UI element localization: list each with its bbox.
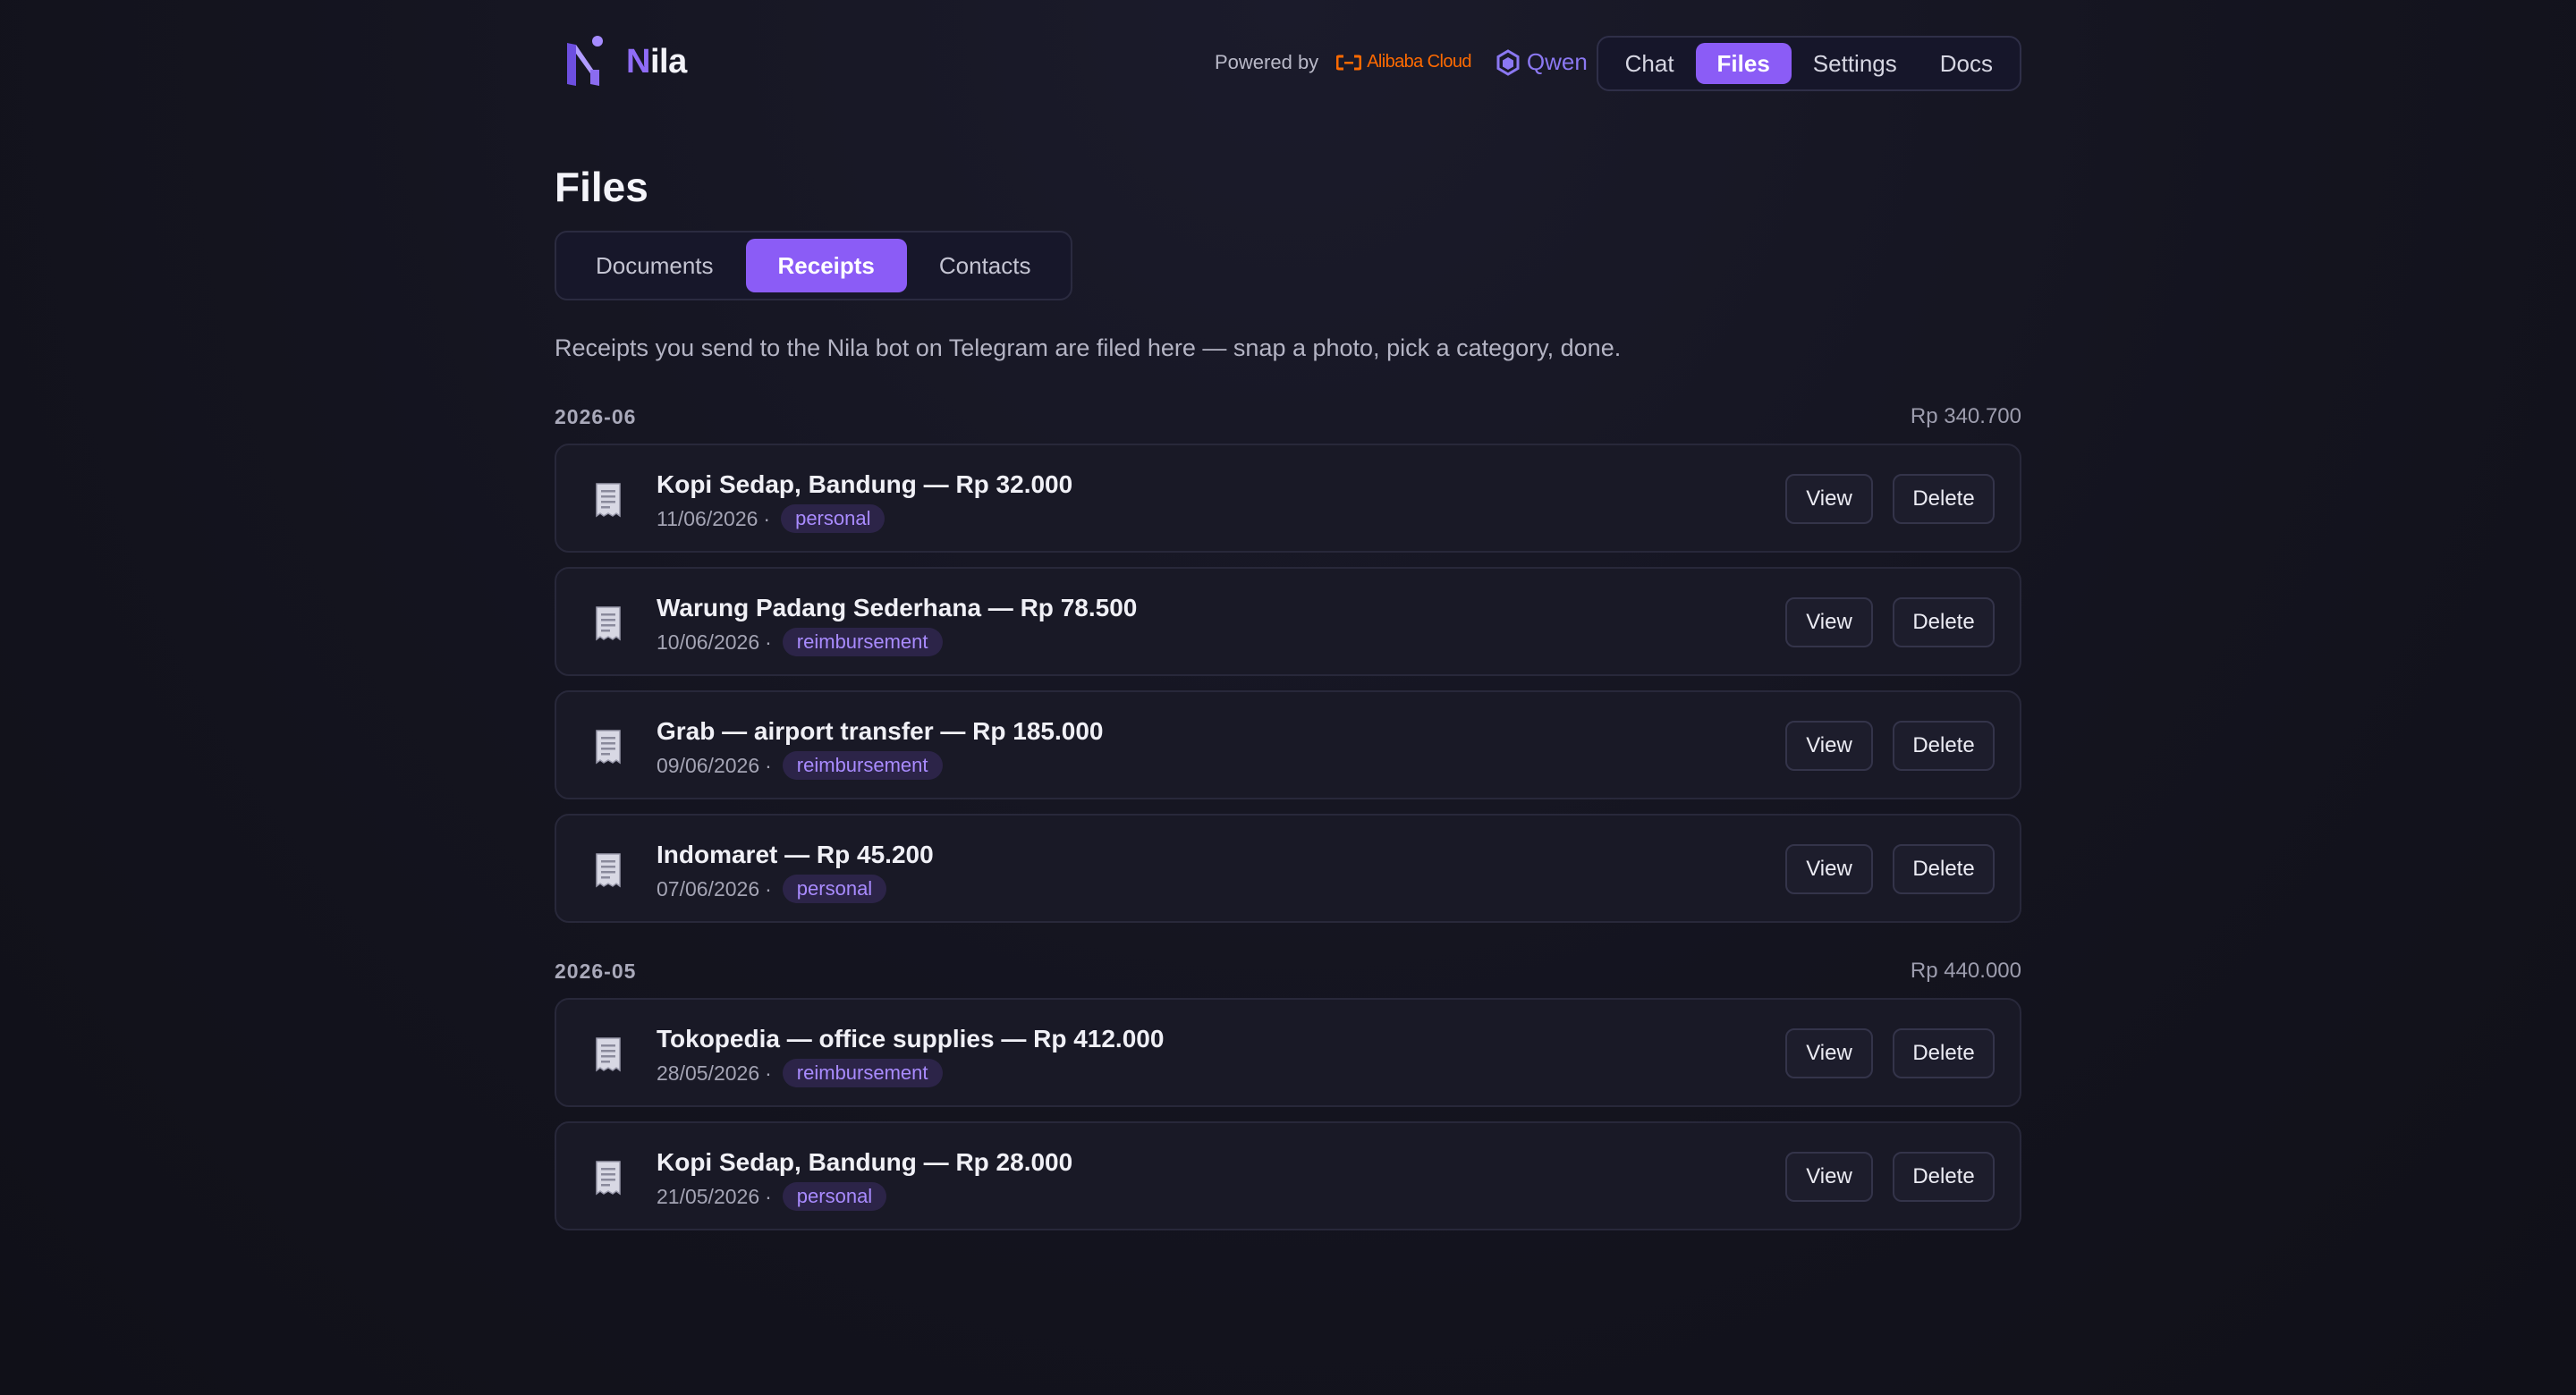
meta-separator: · xyxy=(763,506,771,530)
brand-name: Nila xyxy=(626,42,687,80)
receipt-icon xyxy=(596,853,621,888)
receipts-description: Receipts you send to the Nila bot on Tel… xyxy=(555,334,1622,361)
receipt-meta: 07/06/2026 · personal xyxy=(657,875,887,903)
meta-separator: · xyxy=(765,876,772,900)
nav-settings[interactable]: Settings xyxy=(1792,43,1919,84)
group-month: 2026-06 xyxy=(555,404,637,428)
view-button[interactable]: View xyxy=(1785,721,1873,771)
main-nav: Chat Files Settings Docs xyxy=(1596,36,2021,91)
category-badge: reimbursement xyxy=(782,1059,943,1087)
file-tabs: Documents Receipts Contacts xyxy=(555,231,1072,300)
qwen-label: Qwen xyxy=(1526,48,1588,75)
category-badge: personal xyxy=(782,875,887,903)
qwen-logo: Qwen xyxy=(1495,48,1588,76)
tab-contacts[interactable]: Contacts xyxy=(907,239,1063,292)
receipt-title[interactable]: Tokopedia — office supplies — Rp 412.000 xyxy=(657,1025,1164,1053)
view-button[interactable]: View xyxy=(1785,844,1873,894)
group-month: 2026-05 xyxy=(555,959,637,983)
receipt-date: 21/05/2026 xyxy=(657,1184,760,1208)
nav-chat[interactable]: Chat xyxy=(1604,43,1696,84)
nila-logo-icon xyxy=(567,36,603,86)
view-button[interactable]: View xyxy=(1785,1028,1873,1078)
receipt-row: Kopi Sedap, Bandung — Rp 32.000 11/06/20… xyxy=(555,444,2021,553)
view-button[interactable]: View xyxy=(1785,474,1873,524)
group-total: Rp 340.700 xyxy=(1910,404,2021,428)
qwen-icon xyxy=(1496,48,1520,76)
receipt-title[interactable]: Grab — airport transfer — Rp 185.000 xyxy=(657,717,1104,746)
powered-by: Powered by Alibaba Cloud Qwen xyxy=(1215,48,1588,76)
delete-button[interactable]: Delete xyxy=(1893,474,1995,524)
meta-separator: · xyxy=(765,630,772,654)
tab-receipts[interactable]: Receipts xyxy=(745,239,907,292)
page-title: Files xyxy=(555,164,648,210)
receipt-meta: 09/06/2026 · reimbursement xyxy=(657,751,943,780)
category-badge: personal xyxy=(781,504,886,533)
powered-by-label: Powered by xyxy=(1215,50,1319,73)
meta-separator: · xyxy=(765,753,772,777)
delete-button[interactable]: Delete xyxy=(1893,844,1995,894)
receipt-date: 09/06/2026 xyxy=(657,753,760,777)
tab-documents[interactable]: Documents xyxy=(564,239,746,292)
alibaba-cloud-label: Alibaba Cloud xyxy=(1367,52,1471,72)
group-header: 2026-06 Rp 340.700 xyxy=(555,404,2021,429)
delete-button[interactable]: Delete xyxy=(1893,597,1995,647)
meta-separator: · xyxy=(765,1184,772,1208)
view-button[interactable]: View xyxy=(1785,597,1873,647)
receipt-date: 07/06/2026 xyxy=(657,876,760,900)
receipt-date: 28/05/2026 xyxy=(657,1061,760,1085)
receipt-title[interactable]: Kopi Sedap, Bandung — Rp 32.000 xyxy=(657,470,1072,499)
top-header: Nila Powered by Alibaba Cloud Qwen Chat … xyxy=(555,0,2021,125)
receipt-icon xyxy=(596,730,621,765)
receipt-row: Kopi Sedap, Bandung — Rp 28.000 21/05/20… xyxy=(555,1121,2021,1230)
alibaba-cloud-logo: Alibaba Cloud xyxy=(1336,52,1472,72)
receipt-date: 11/06/2026 xyxy=(657,506,758,530)
group-header: 2026-05 Rp 440.000 xyxy=(555,959,2021,984)
receipt-title[interactable]: Warung Padang Sederhana — Rp 78.500 xyxy=(657,594,1137,622)
receipt-icon xyxy=(596,1037,621,1072)
receipt-row: Warung Padang Sederhana — Rp 78.500 10/0… xyxy=(555,567,2021,676)
nav-docs[interactable]: Docs xyxy=(1919,43,2014,84)
category-badge: reimbursement xyxy=(782,751,943,780)
receipt-meta: 28/05/2026 · reimbursement xyxy=(657,1059,943,1087)
receipt-icon xyxy=(596,483,621,518)
nav-files[interactable]: Files xyxy=(1695,43,1792,84)
delete-button[interactable]: Delete xyxy=(1893,721,1995,771)
receipt-title[interactable]: Indomaret — Rp 45.200 xyxy=(657,841,934,869)
delete-button[interactable]: Delete xyxy=(1893,1028,1995,1078)
receipt-icon xyxy=(596,1161,621,1196)
alibaba-cloud-icon xyxy=(1336,55,1362,70)
app-root: Nila Powered by Alibaba Cloud Qwen Chat … xyxy=(555,0,2021,1230)
brand[interactable]: Nila xyxy=(564,34,687,89)
receipt-row: Grab — airport transfer — Rp 185.000 09/… xyxy=(555,690,2021,799)
receipt-meta: 11/06/2026 · personal xyxy=(657,504,886,533)
meta-separator: · xyxy=(765,1061,772,1085)
group-total: Rp 440.000 xyxy=(1910,959,2021,983)
receipt-row: Tokopedia — office supplies — Rp 412.000… xyxy=(555,998,2021,1107)
receipt-title[interactable]: Kopi Sedap, Bandung — Rp 28.000 xyxy=(657,1148,1072,1177)
receipt-meta: 10/06/2026 · reimbursement xyxy=(657,628,943,656)
category-badge: reimbursement xyxy=(782,628,943,656)
receipt-meta: 21/05/2026 · personal xyxy=(657,1182,887,1211)
receipt-row: Indomaret — Rp 45.200 07/06/2026 · persona… xyxy=(555,814,2021,923)
receipt-date: 10/06/2026 xyxy=(657,630,760,654)
category-badge: personal xyxy=(782,1182,887,1211)
receipt-icon xyxy=(596,606,621,641)
delete-button[interactable]: Delete xyxy=(1893,1152,1995,1202)
view-button[interactable]: View xyxy=(1785,1152,1873,1202)
